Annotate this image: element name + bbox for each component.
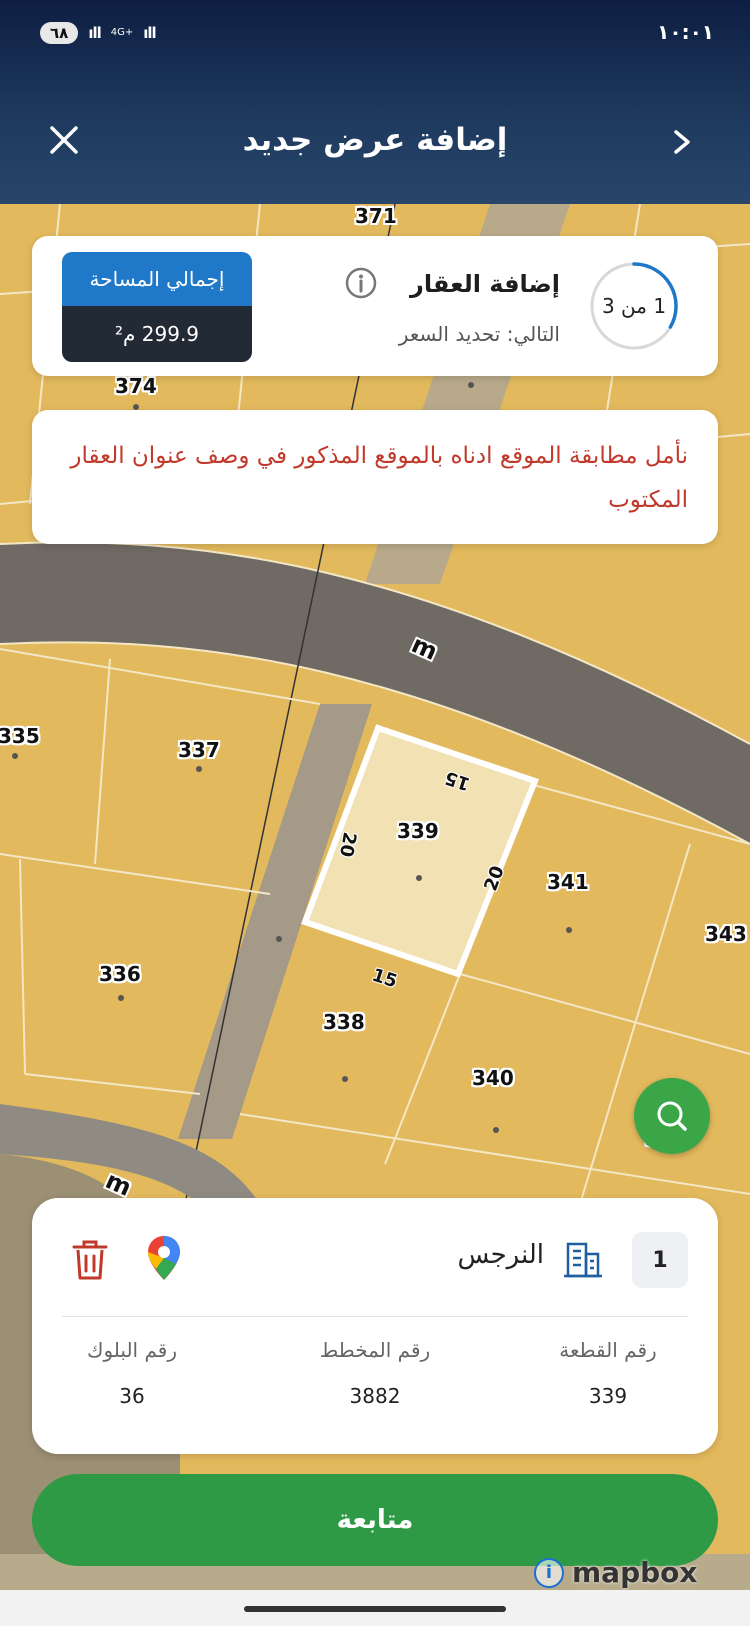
total-area-value: 299.9 م² [62, 306, 252, 362]
signal-icon-2: ıll [143, 24, 156, 42]
property-index-badge: 1 [632, 1232, 688, 1288]
plot-label-341: 341 [547, 870, 589, 894]
chevron-right-icon [674, 130, 690, 154]
search-icon [657, 1101, 687, 1131]
map-search-button[interactable] [634, 1078, 710, 1154]
plot-label-340: 340 [472, 1066, 514, 1090]
google-maps-pin-icon [148, 1236, 180, 1280]
plot-label-374: 374 [115, 374, 157, 398]
status-bar: ٦٨ ıll 4G+ ıll ١٠:٠١ [0, 20, 750, 50]
delete-property-button[interactable] [70, 1238, 110, 1282]
home-indicator[interactable] [244, 1606, 506, 1612]
status-time: ١٠:٠١ [657, 20, 714, 44]
total-area-label: إجمالي المساحة [62, 252, 252, 306]
status-indicators: ٦٨ ıll 4G+ ıll [40, 22, 157, 44]
block-number-value: 36 [119, 1384, 145, 1408]
home-bar [0, 1590, 750, 1626]
plan-number-value: 3882 [349, 1384, 401, 1408]
back-button[interactable] [664, 122, 700, 162]
step-counter: 1 من 3 [601, 294, 667, 318]
district-name: النرجس [457, 1240, 544, 1270]
plot-number-column: رقم القطعة 339 [518, 1338, 698, 1408]
step-card: 1 من 3 إضافة العقار التالي: تحديد السعر … [32, 236, 718, 376]
info-button[interactable] [344, 266, 378, 300]
plot-number-value: 339 [588, 1384, 628, 1408]
plot-label-336: 336 [99, 962, 141, 986]
plot-label-339: 339 [397, 819, 439, 843]
signal-icon: ıll [88, 24, 101, 42]
continue-button[interactable]: متابعة [32, 1474, 718, 1566]
plot-label-338: 338 [323, 1010, 365, 1034]
total-area-box: إجمالي المساحة 299.9 م² [62, 252, 252, 362]
info-icon [345, 267, 377, 299]
plot-dimension-left: 20 [335, 830, 361, 859]
plan-number-label: رقم المخطط [319, 1338, 431, 1362]
network-type: 4G+ [110, 27, 134, 38]
battery-indicator: ٦٨ [40, 22, 79, 44]
card-divider [62, 1316, 688, 1317]
mapbox-attribution: i mapbox [534, 1556, 697, 1589]
title-row: إضافة عرض جديد [0, 118, 750, 168]
plot-label-335: 335 [0, 724, 40, 748]
property-card: 1 النرجس رقم القطعة 339 رقم المخطط 3882 … [32, 1198, 718, 1454]
location-note-card: نأمل مطابقة الموقع ادناه بالموقع المذكور… [32, 410, 718, 544]
app-header: ٦٨ ıll 4G+ ıll ١٠:٠١ إضافة عرض جديد [0, 0, 750, 204]
block-number-label: رقم البلوك [86, 1338, 177, 1362]
plot-number-label: رقم القطعة [559, 1338, 657, 1362]
mapbox-logo: mapbox [572, 1556, 698, 1589]
building-icon [564, 1242, 602, 1278]
block-number-column: رقم البلوك 36 [42, 1338, 222, 1408]
page-title: إضافة عرض جديد [242, 122, 508, 158]
trash-icon [72, 1240, 108, 1280]
location-note-text: نأمل مطابقة الموقع ادناه بالموقع المذكور… [70, 443, 688, 513]
plan-number-column: رقم المخطط 3882 [285, 1338, 465, 1408]
attribution-info-button[interactable]: i [534, 1557, 564, 1588]
plot-label-343: 343 [705, 922, 747, 946]
plot-label-371: 371 [355, 204, 397, 228]
google-maps-button[interactable] [146, 1234, 182, 1282]
next-step-label: التالي: تحديد السعر [398, 322, 560, 346]
step-title: إضافة العقار [410, 270, 560, 298]
plot-label-337: 337 [178, 738, 220, 762]
